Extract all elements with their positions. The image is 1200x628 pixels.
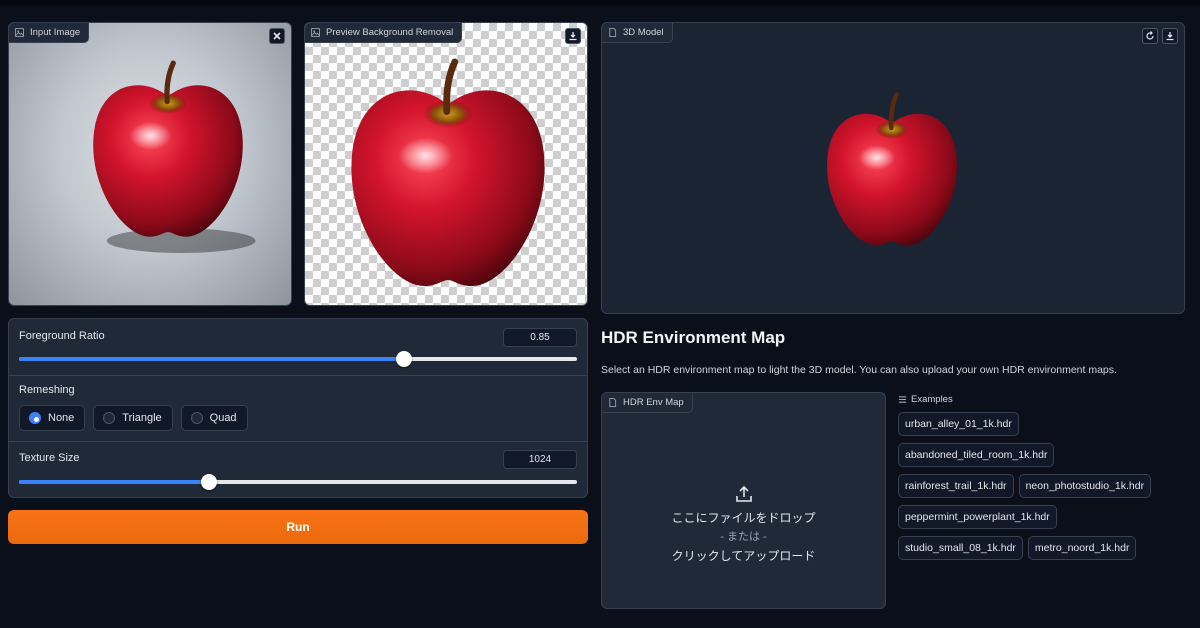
divider bbox=[9, 441, 587, 442]
examples-list: Examples urban_alley_01_1k.hdr abandoned… bbox=[898, 393, 1188, 560]
image-icon bbox=[15, 28, 24, 37]
hdr-env-map-upload[interactable]: HDR Env Map ここにファイルをドロップ - または - クリックしてア… bbox=[601, 392, 886, 609]
radio-dot bbox=[103, 412, 116, 424]
reset-view-button[interactable] bbox=[1142, 28, 1158, 44]
close-icon bbox=[273, 32, 281, 40]
remeshing-option-label: Triangle bbox=[122, 412, 162, 424]
hdr-env-map-label: HDR Env Map bbox=[602, 393, 693, 413]
remeshing-radio-group: None Triangle Quad bbox=[19, 405, 248, 431]
radio-dot bbox=[190, 412, 203, 424]
controls-panel: Foreground Ratio 0.85 Remeshing None Tri… bbox=[8, 318, 588, 498]
hdr-env-map-label-text: HDR Env Map bbox=[623, 397, 684, 408]
upload-icon bbox=[735, 485, 752, 502]
file-icon bbox=[609, 398, 617, 407]
run-button[interactable]: Run bbox=[8, 510, 588, 544]
example-hdr-button[interactable]: studio_small_08_1k.hdr bbox=[898, 536, 1023, 560]
examples-row: peppermint_powerplant_1k.hdr bbox=[898, 505, 1188, 529]
radio-dot bbox=[29, 412, 41, 424]
preview-download-button[interactable] bbox=[565, 28, 581, 44]
list-icon bbox=[898, 395, 907, 403]
preview-background-removal-panel: Preview Background Removal bbox=[304, 22, 588, 306]
texture-size-slider-thumb[interactable] bbox=[200, 474, 217, 490]
remeshing-option-label: None bbox=[48, 412, 75, 424]
remeshing-label: Remeshing bbox=[19, 384, 75, 396]
remeshing-option-quad[interactable]: Quad bbox=[180, 405, 248, 431]
foreground-ratio-slider-fill bbox=[19, 357, 405, 361]
foreground-ratio-slider[interactable] bbox=[19, 351, 577, 367]
examples-row: abandoned_tiled_room_1k.hdr bbox=[898, 443, 1188, 467]
examples-row: studio_small_08_1k.hdr metro_noord_1k.hd… bbox=[898, 536, 1188, 560]
model-3d-label: 3D Model bbox=[602, 23, 673, 43]
remeshing-option-triangle[interactable]: Triangle bbox=[93, 405, 173, 431]
download-icon bbox=[1166, 32, 1174, 41]
examples-label-text: Examples bbox=[911, 393, 953, 405]
texture-size-label: Texture Size bbox=[19, 452, 80, 464]
input-image-panel[interactable]: Input Image bbox=[8, 22, 292, 306]
remeshing-option-label: Quad bbox=[209, 412, 237, 424]
examples-row: urban_alley_01_1k.hdr bbox=[898, 412, 1188, 436]
input-apple-image bbox=[79, 57, 256, 253]
input-image-label: Input Image bbox=[9, 23, 90, 43]
close-button[interactable] bbox=[269, 28, 285, 44]
hdr-section-title: HDR Environment Map bbox=[601, 328, 786, 347]
texture-size-slider-fill bbox=[19, 480, 209, 484]
drop-file-text: ここにファイルをドロップ bbox=[671, 511, 816, 525]
or-text: - または - bbox=[720, 531, 767, 543]
texture-size-input[interactable]: 1024 bbox=[503, 450, 577, 469]
foreground-ratio-input[interactable]: 0.85 bbox=[503, 328, 577, 347]
example-hdr-button[interactable]: abandoned_tiled_room_1k.hdr bbox=[898, 443, 1055, 467]
remeshing-option-none[interactable]: None bbox=[19, 405, 86, 431]
file-icon bbox=[609, 28, 617, 37]
model-download-button[interactable] bbox=[1162, 28, 1178, 44]
click-upload-text: クリックしてアップロード bbox=[671, 549, 816, 563]
preview-apple-image bbox=[335, 48, 561, 303]
model-3d-panel[interactable]: 3D Model bbox=[601, 22, 1185, 314]
model-3d-viewer-apple[interactable] bbox=[816, 89, 968, 249]
input-image-label-text: Input Image bbox=[30, 27, 81, 38]
example-hdr-button[interactable]: metro_noord_1k.hdr bbox=[1027, 536, 1137, 560]
hdr-section-description: Select an HDR environment map to light t… bbox=[601, 364, 1117, 376]
example-hdr-button[interactable]: urban_alley_01_1k.hdr bbox=[898, 412, 1019, 436]
preview-label: Preview Background Removal bbox=[305, 23, 463, 43]
texture-size-slider[interactable] bbox=[19, 474, 577, 490]
download-icon bbox=[569, 32, 577, 41]
divider bbox=[9, 375, 587, 376]
example-hdr-button[interactable]: peppermint_powerplant_1k.hdr bbox=[898, 505, 1057, 529]
model-3d-label-text: 3D Model bbox=[623, 27, 664, 38]
foreground-ratio-slider-thumb[interactable] bbox=[396, 351, 413, 367]
image-icon bbox=[311, 28, 320, 37]
example-hdr-button[interactable]: neon_photostudio_1k.hdr bbox=[1018, 474, 1152, 498]
examples-row: rainforest_trail_1k.hdr neon_photostudio… bbox=[898, 474, 1188, 498]
rotate-icon bbox=[1146, 31, 1154, 40]
preview-label-text: Preview Background Removal bbox=[326, 27, 454, 38]
foreground-ratio-label: Foreground Ratio bbox=[19, 330, 105, 342]
example-hdr-button[interactable]: rainforest_trail_1k.hdr bbox=[898, 474, 1014, 498]
upload-dropzone[interactable]: ここにファイルをドロップ - または - クリックしてアップロード bbox=[602, 485, 885, 566]
examples-header: Examples bbox=[898, 393, 1188, 405]
